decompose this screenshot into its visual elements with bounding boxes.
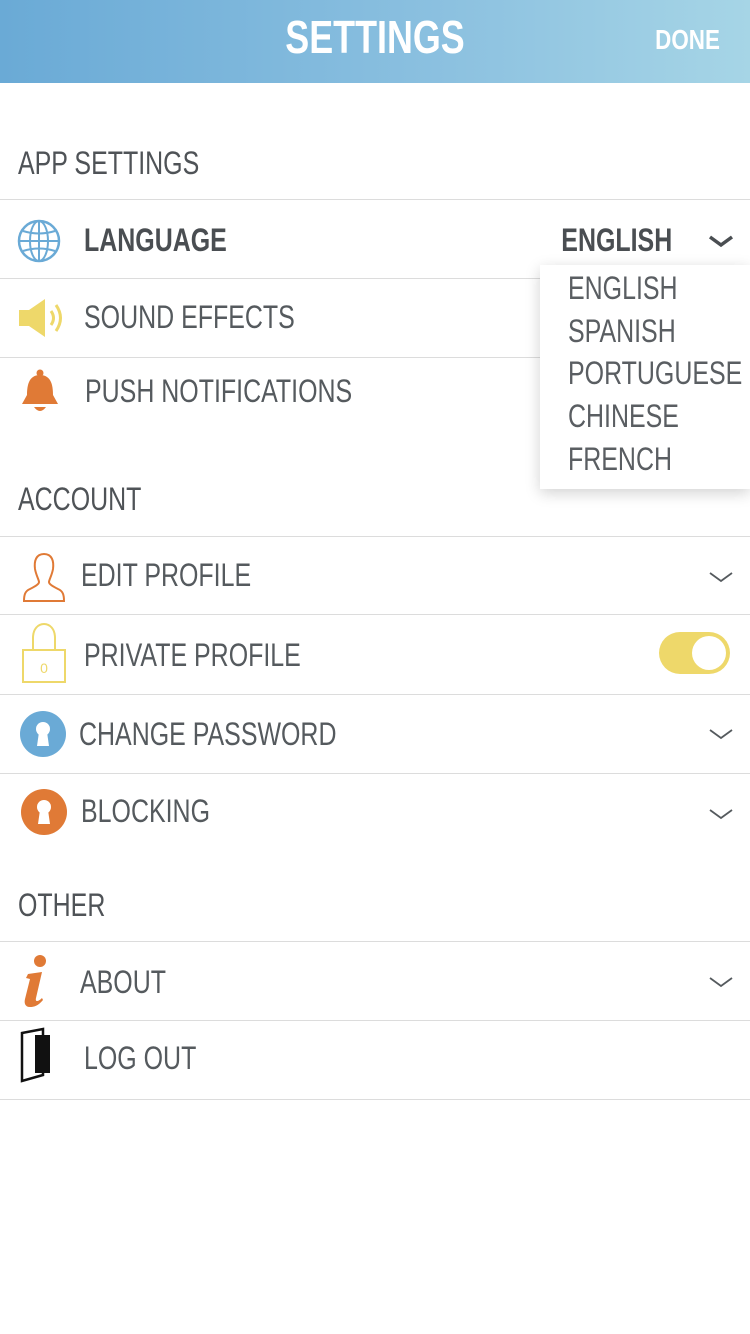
section-title-account: ACCOUNT [18, 481, 142, 517]
push-notifications-label: PUSH NOTIFICATIONS [85, 373, 353, 409]
blocking-label: BLOCKING [81, 793, 210, 829]
language-option-chinese[interactable]: CHINESE [568, 398, 679, 435]
change-password-row[interactable]: CHANGE PASSWORD [0, 694, 750, 773]
section-title-app-settings: APP SETTINGS [18, 145, 200, 181]
lock-icon: 0 [21, 622, 67, 689]
log-out-row[interactable]: LOG OUT [0, 1020, 750, 1100]
about-label: ABOUT [80, 964, 166, 1000]
change-password-label: CHANGE PASSWORD [79, 716, 337, 752]
language-option-french[interactable]: FRENCH [568, 441, 672, 478]
language-option-spanish[interactable]: SPANISH [568, 313, 676, 350]
sound-effects-label: SOUND EFFECTS [84, 299, 295, 335]
section-title-other: OTHER [18, 887, 106, 923]
bell-icon [18, 369, 62, 420]
info-icon [20, 954, 52, 1015]
header-bar: SETTINGS DONE [0, 0, 750, 83]
blocking-row[interactable]: BLOCKING [0, 773, 750, 851]
chevron-down-icon[interactable] [708, 234, 734, 248]
edit-profile-row[interactable]: EDIT PROFILE [0, 536, 750, 614]
language-option-portuguese[interactable]: PORTUGUESE [568, 355, 742, 392]
chevron-down-icon[interactable] [708, 807, 734, 821]
about-row[interactable]: ABOUT [0, 941, 750, 1020]
language-dropdown: ENGLISH SPANISH PORTUGUESE CHINESE FRENC… [540, 265, 750, 489]
edit-profile-label: EDIT PROFILE [81, 557, 252, 593]
done-button[interactable]: DONE [655, 24, 720, 56]
chevron-down-icon[interactable] [708, 727, 734, 741]
private-profile-row: 0 PRIVATE PROFILE [0, 614, 750, 694]
keyhole-icon [19, 710, 67, 763]
private-profile-toggle[interactable] [659, 632, 730, 674]
chevron-down-icon[interactable] [708, 570, 734, 584]
language-selected-value[interactable]: ENGLISH [561, 222, 672, 259]
log-out-label: LOG OUT [84, 1040, 197, 1076]
language-option-english[interactable]: ENGLISH [568, 270, 678, 307]
globe-icon [17, 219, 61, 268]
door-icon [19, 1027, 53, 1088]
language-label: LANGUAGE [84, 222, 227, 258]
page-title: SETTINGS [285, 11, 465, 63]
keyhole-icon [20, 788, 68, 841]
person-icon [22, 551, 66, 608]
chevron-down-icon[interactable] [708, 975, 734, 989]
toggle-knob [692, 636, 726, 670]
speaker-icon [17, 296, 67, 345]
svg-text:0: 0 [40, 660, 48, 676]
private-profile-label: PRIVATE PROFILE [84, 637, 301, 673]
